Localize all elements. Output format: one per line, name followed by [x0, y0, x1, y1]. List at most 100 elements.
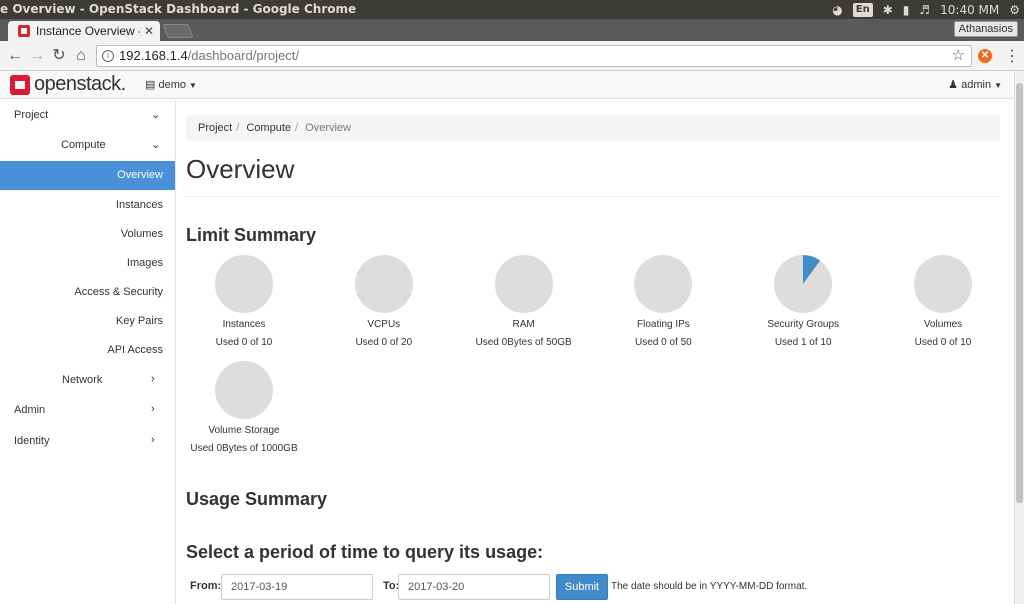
limit-pie-instances: Instances Used 0 of 10: [174, 255, 314, 348]
project-selector[interactable]: ▤ demo ▼: [145, 78, 197, 91]
clock[interactable]: 10:40 MM: [940, 3, 999, 17]
dashboard-header: openstack. ▤ demo ▼ ♟ admin ▼: [0, 71, 1014, 99]
usage-summary-title: Usage Summary: [186, 489, 328, 509]
limit-usage: Used 0 of 10: [215, 337, 273, 348]
new-tab-button[interactable]: [162, 24, 194, 38]
profile-button[interactable]: Athanasios: [953, 21, 1018, 37]
reload-icon[interactable]: ↻: [49, 46, 69, 66]
back-arrow-icon[interactable]: ←: [5, 46, 25, 66]
openstack-logo-text[interactable]: openstack.: [34, 73, 126, 96]
home-icon[interactable]: ⌂: [71, 46, 91, 66]
url-host: 192.168.1.4: [119, 48, 188, 63]
chevron-right-icon[interactable]: ›: [151, 434, 155, 446]
from-label: From:: [190, 580, 222, 592]
sidebar-item-admin[interactable]: Admin: [14, 404, 45, 416]
date-format-help: The date should be in YYYY-MM-DD format.: [611, 581, 808, 592]
extension-icon[interactable]: ✕: [978, 49, 992, 63]
battery-icon[interactable]: ▮: [903, 3, 910, 17]
limit-usage: Used 0Bytes of 50GB: [475, 337, 572, 348]
submit-button[interactable]: Submit: [556, 574, 608, 600]
limit-label: VCPUs: [367, 319, 401, 330]
limit-pie-ram: RAM Used 0Bytes of 50GB: [454, 255, 594, 348]
project-name: demo: [158, 79, 186, 91]
to-date-input[interactable]: [398, 574, 550, 600]
url-path: /dashboard/project/: [187, 48, 299, 63]
project-stack-icon: ▤: [145, 79, 156, 91]
limit-usage: Used 0 of 10: [914, 337, 972, 348]
sidebar-item-compute[interactable]: Compute: [61, 139, 106, 151]
sidebar: Project ⌄ Compute ⌄ Overview Instances V…: [0, 100, 176, 604]
browser-toolbar: ← → ↻ ⌂ i 192.168.1.4/dashboard/project/…: [0, 41, 1024, 71]
sidebar-item-network[interactable]: Network: [62, 374, 102, 386]
to-label: To:: [383, 580, 400, 592]
main-content: Project / Compute / Overview Overview Limi…: [186, 100, 1000, 604]
sidebar-item-access-security[interactable]: Access & Security: [74, 286, 163, 298]
limit-label: Instances: [222, 319, 266, 330]
keyboard-layout-indicator[interactable]: En: [852, 2, 873, 17]
pie-chart: [354, 255, 413, 313]
site-info-icon[interactable]: i: [102, 50, 114, 62]
tab-strip: Instance Overview - ✕ Athanasios: [0, 19, 1024, 41]
limit-summary-title: Limit Summary: [186, 225, 317, 245]
title-divider: [186, 196, 1000, 197]
limit-label: RAM: [512, 319, 535, 330]
address-bar[interactable]: i 192.168.1.4/dashboard/project/ ☆: [96, 45, 972, 67]
from-date-input[interactable]: [221, 574, 373, 600]
page-scrollbar[interactable]: [1014, 71, 1024, 604]
sidebar-item-key-pairs[interactable]: Key Pairs: [116, 315, 163, 327]
sidebar-item-project[interactable]: Project: [14, 109, 48, 121]
limit-pie-floating-ips: Floating IPs Used 0 of 50: [593, 255, 733, 348]
query-period-title: Select a period of time to query its usa…: [186, 542, 544, 562]
bookmark-star-icon[interactable]: ☆: [952, 46, 965, 66]
pie-background: [634, 255, 693, 313]
chevron-right-icon[interactable]: ›: [151, 403, 155, 415]
breadcrumb-overview: Overview: [305, 122, 351, 134]
pie-chart: [774, 255, 833, 313]
volume-icon[interactable]: ♬: [919, 3, 930, 17]
pie-background: [215, 255, 273, 313]
chrome-menu-icon[interactable]: ⋮: [1004, 46, 1020, 66]
limit-pie-security-groups: Security Groups Used 1 of 10: [733, 255, 873, 348]
sidebar-item-overview[interactable]: Overview: [0, 161, 175, 190]
caret-down-icon: ▼: [189, 81, 197, 90]
limit-label: Volume Storage: [208, 425, 280, 436]
chevron-right-icon[interactable]: ›: [151, 373, 155, 385]
browser-tab[interactable]: Instance Overview - ✕: [8, 21, 160, 41]
chevron-down-icon[interactable]: ⌄: [151, 138, 160, 151]
bluetooth-icon[interactable]: ✱: [883, 3, 893, 17]
forward-arrow-icon[interactable]: →: [27, 46, 47, 66]
pie-background: [354, 255, 413, 313]
chevron-down-icon[interactable]: ⌄: [151, 108, 160, 121]
sidebar-item-images[interactable]: Images: [127, 257, 163, 269]
limit-label: Floating IPs: [636, 319, 690, 330]
breadcrumb: Project / Compute / Overview: [186, 115, 1000, 141]
close-tab-icon[interactable]: ✕: [144, 24, 154, 38]
limit-pie-volume-storage: Volume Storage Used 0Bytes of 1000GB: [174, 361, 314, 454]
pie-chart: [494, 255, 553, 313]
limit-pie-vcpus: VCPUs Used 0 of 20: [314, 255, 454, 348]
scrollbar-thumb[interactable]: [1016, 83, 1023, 503]
user-icon: ♟: [948, 79, 959, 91]
sidebar-item-api-access[interactable]: API Access: [107, 344, 163, 356]
sidebar-item-volumes[interactable]: Volumes: [121, 228, 163, 240]
limit-label: Security Groups: [767, 319, 840, 330]
system-tray: ◕ En ✱ ▮ ♬ 10:40 MM ⚙: [832, 0, 1020, 19]
sidebar-item-instances[interactable]: Instances: [116, 199, 163, 211]
limit-usage: Used 0 of 50: [635, 337, 692, 348]
limit-usage: Used 0Bytes of 1000GB: [190, 443, 298, 454]
openstack-favicon-icon: [18, 25, 30, 37]
user-menu[interactable]: ♟ admin ▼: [948, 78, 1002, 91]
breadcrumb-compute[interactable]: Compute: [246, 122, 291, 134]
os-top-bar: e Overview - OpenStack Dashboard - Googl…: [0, 0, 1024, 19]
sidebar-item-identity[interactable]: Identity: [14, 435, 49, 447]
breadcrumb-project[interactable]: Project: [198, 122, 232, 134]
wifi-icon[interactable]: ◕: [832, 3, 842, 17]
caret-down-icon: ▼: [994, 81, 1002, 90]
pie-chart: [914, 255, 972, 313]
openstack-logo-icon[interactable]: [10, 75, 30, 95]
page-title: Overview: [186, 154, 295, 184]
pie-background: [215, 361, 273, 419]
pie-background: [914, 255, 972, 313]
settings-gear-icon[interactable]: ⚙: [1009, 3, 1020, 17]
pie-chart: [634, 255, 693, 313]
